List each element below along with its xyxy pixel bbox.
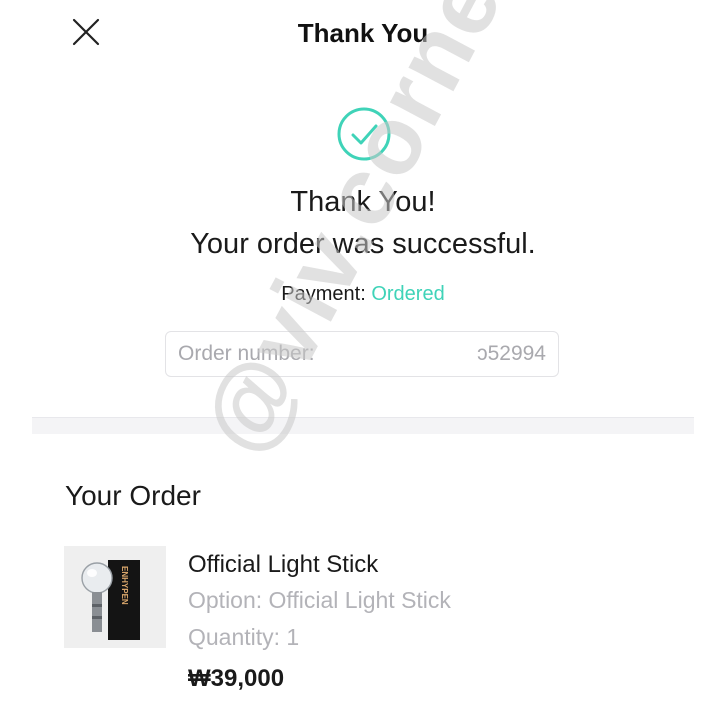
order-number-field: Order number: ↄ52994 — [165, 331, 559, 377]
check-circle-icon — [337, 107, 391, 161]
top-bar: Thank You — [0, 0, 726, 68]
section-divider — [32, 417, 694, 434]
product-name[interactable]: Official Light Stick — [188, 551, 378, 579]
product-thumbnail[interactable]: ENHYPEN — [64, 546, 166, 648]
success-message: Your order was successful. — [190, 228, 536, 260]
light-stick-image: ENHYPEN — [64, 546, 166, 648]
product-option: Option: Official Light Stick — [188, 587, 451, 613]
product-price: ₩39,000 — [188, 665, 285, 692]
page-title: Thank You — [297, 18, 429, 48]
order-confirmation-page: Thank You Thank You! Your order was succ… — [0, 0, 726, 726]
payment-status-row: Payment: Ordered — [0, 283, 726, 306]
your-order-heading: Your Order — [65, 480, 201, 511]
payment-status-value: Ordered — [371, 283, 445, 305]
product-box-label: ENHYPEN — [120, 566, 129, 605]
payment-label: Payment: — [281, 283, 372, 305]
order-number-label: Order number: — [178, 342, 315, 365]
order-number-value: ↄ52994 — [477, 342, 546, 365]
thank-you-heading: Thank You! — [290, 186, 436, 218]
product-quantity: Quantity: 1 — [188, 624, 300, 650]
